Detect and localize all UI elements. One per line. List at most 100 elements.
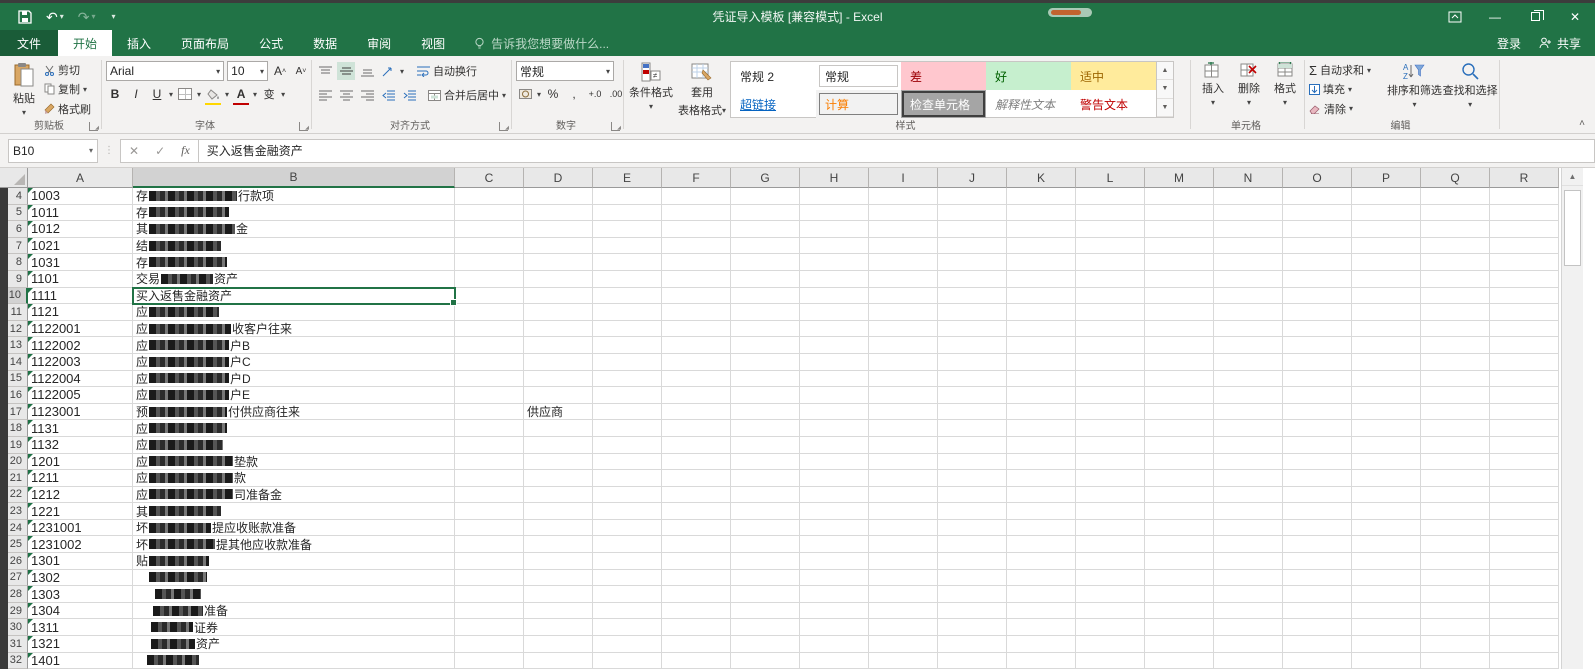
cell-n13[interactable] xyxy=(1214,337,1283,354)
increase-decimal-button[interactable]: +.0 xyxy=(586,85,604,103)
cell-h4[interactable] xyxy=(800,188,869,205)
cell-p22[interactable] xyxy=(1352,487,1421,504)
cell-b13[interactable]: 应户B xyxy=(133,337,455,354)
cell-i12[interactable] xyxy=(869,321,938,338)
cell-l29[interactable] xyxy=(1076,603,1145,620)
cell-f15[interactable] xyxy=(662,371,731,388)
cell-b7[interactable]: 结 xyxy=(133,238,455,255)
style-explanatory[interactable]: 解释性文本 xyxy=(986,90,1071,118)
cell-q8[interactable] xyxy=(1421,254,1490,271)
cell-l21[interactable] xyxy=(1076,470,1145,487)
cell-m28[interactable] xyxy=(1145,586,1214,603)
alignment-dialog-launcher[interactable] xyxy=(499,122,508,131)
cell-k10[interactable] xyxy=(1007,288,1076,305)
cell-q27[interactable] xyxy=(1421,570,1490,587)
cell-g7[interactable] xyxy=(731,238,800,255)
cell-b30[interactable]: 证券 xyxy=(133,619,455,636)
cell-o5[interactable] xyxy=(1283,205,1352,222)
cell-e22[interactable] xyxy=(593,487,662,504)
cell-j9[interactable] xyxy=(938,271,1007,288)
cell-e27[interactable] xyxy=(593,570,662,587)
cell-q22[interactable] xyxy=(1421,487,1490,504)
cell-l12[interactable] xyxy=(1076,321,1145,338)
cell-g28[interactable] xyxy=(731,586,800,603)
cell-p10[interactable] xyxy=(1352,288,1421,305)
cell-f24[interactable] xyxy=(662,520,731,537)
cell-j7[interactable] xyxy=(938,238,1007,255)
cell-d8[interactable] xyxy=(524,254,593,271)
cell-o29[interactable] xyxy=(1283,603,1352,620)
cell-g24[interactable] xyxy=(731,520,800,537)
cell-l25[interactable] xyxy=(1076,536,1145,553)
cell-g11[interactable] xyxy=(731,304,800,321)
cell-h15[interactable] xyxy=(800,371,869,388)
cell-o13[interactable] xyxy=(1283,337,1352,354)
cell-h11[interactable] xyxy=(800,304,869,321)
column-header-a[interactable]: A xyxy=(28,168,133,188)
vertical-scrollbar[interactable]: ▲ xyxy=(1561,168,1583,669)
cell-b29[interactable]: 准备 xyxy=(133,603,455,620)
cell-e6[interactable] xyxy=(593,221,662,238)
align-center-icon[interactable] xyxy=(337,86,355,104)
tab-data[interactable]: 数据 xyxy=(298,30,352,56)
cell-d9[interactable] xyxy=(524,271,593,288)
cell-k17[interactable] xyxy=(1007,404,1076,421)
cell-e9[interactable] xyxy=(593,271,662,288)
cell-o27[interactable] xyxy=(1283,570,1352,587)
cell-l7[interactable] xyxy=(1076,238,1145,255)
cell-j26[interactable] xyxy=(938,553,1007,570)
share-button[interactable]: 共享 xyxy=(1539,35,1581,52)
cell-m30[interactable] xyxy=(1145,619,1214,636)
cell-o25[interactable] xyxy=(1283,536,1352,553)
cell-j25[interactable] xyxy=(938,536,1007,553)
cell-c13[interactable] xyxy=(455,337,524,354)
cell-h10[interactable] xyxy=(800,288,869,305)
cell-c25[interactable] xyxy=(455,536,524,553)
cell-i11[interactable] xyxy=(869,304,938,321)
column-header-o[interactable]: O xyxy=(1283,168,1352,188)
cell-k24[interactable] xyxy=(1007,520,1076,537)
cell-h16[interactable] xyxy=(800,387,869,404)
cell-b27[interactable] xyxy=(133,570,455,587)
tab-formulas[interactable]: 公式 xyxy=(244,30,298,56)
cell-f23[interactable] xyxy=(662,503,731,520)
cell-i18[interactable] xyxy=(869,420,938,437)
cell-e31[interactable] xyxy=(593,636,662,653)
font-color-button[interactable]: A xyxy=(232,85,250,103)
cell-o21[interactable] xyxy=(1283,470,1352,487)
redo-button[interactable]: ↷▾ xyxy=(78,10,96,24)
cell-h26[interactable] xyxy=(800,553,869,570)
cell-b11[interactable]: 应 xyxy=(133,304,455,321)
cell-k26[interactable] xyxy=(1007,553,1076,570)
cell-c21[interactable] xyxy=(455,470,524,487)
cell-d26[interactable] xyxy=(524,553,593,570)
style-normal[interactable]: 常规 xyxy=(816,62,901,90)
cell-a18[interactable]: 1131 xyxy=(28,420,133,437)
cell-p15[interactable] xyxy=(1352,371,1421,388)
cell-j21[interactable] xyxy=(938,470,1007,487)
cell-o24[interactable] xyxy=(1283,520,1352,537)
cell-r12[interactable] xyxy=(1490,321,1559,338)
cell-b20[interactable]: 应垫款 xyxy=(133,454,455,471)
cell-c11[interactable] xyxy=(455,304,524,321)
cell-a21[interactable]: 1211 xyxy=(28,470,133,487)
cell-k9[interactable] xyxy=(1007,271,1076,288)
cell-f8[interactable] xyxy=(662,254,731,271)
cell-m14[interactable] xyxy=(1145,354,1214,371)
cell-f13[interactable] xyxy=(662,337,731,354)
cell-i23[interactable] xyxy=(869,503,938,520)
cell-r10[interactable] xyxy=(1490,288,1559,305)
copy-button[interactable]: 复制 ▾ xyxy=(44,80,91,98)
name-box[interactable]: B10 ▾ xyxy=(8,139,98,163)
cell-h24[interactable] xyxy=(800,520,869,537)
cell-h5[interactable] xyxy=(800,205,869,222)
delete-cells-button[interactable]: 删除 ▾ xyxy=(1231,59,1267,118)
cell-o32[interactable] xyxy=(1283,653,1352,669)
cell-c32[interactable] xyxy=(455,653,524,669)
cell-j14[interactable] xyxy=(938,354,1007,371)
cell-a31[interactable]: 1321 xyxy=(28,636,133,653)
cell-b21[interactable]: 应款 xyxy=(133,470,455,487)
cell-g31[interactable] xyxy=(731,636,800,653)
cell-j16[interactable] xyxy=(938,387,1007,404)
cell-i13[interactable] xyxy=(869,337,938,354)
